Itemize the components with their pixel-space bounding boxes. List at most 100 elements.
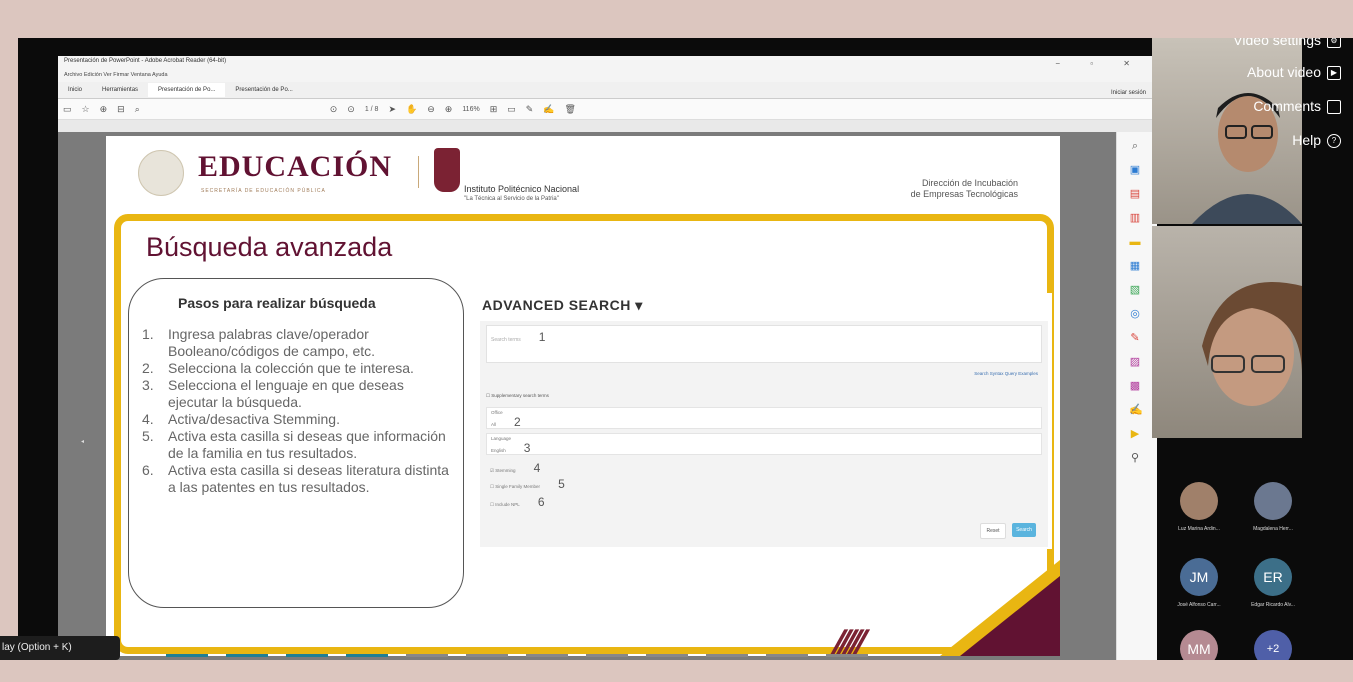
avatar: [1180, 482, 1218, 520]
header-divider: [418, 156, 419, 188]
hand-icon[interactable]: ✋: [406, 104, 417, 115]
top-band: [0, 0, 1353, 38]
zoom-level[interactable]: 116%: [462, 106, 479, 113]
participant-tile[interactable]: Magdalena Herr...: [1238, 482, 1308, 532]
cursor-icon[interactable]: ➤: [388, 104, 396, 115]
video-settings-item[interactable]: Video settings ⚙: [1233, 38, 1341, 49]
institute-motto: "La Técnica al Servicio de la Patria": [464, 196, 559, 202]
language-select: Language English 3: [486, 433, 1042, 455]
avatar: +2: [1254, 630, 1292, 660]
participant-tile[interactable]: Luz Marina Ardin...: [1164, 482, 1234, 532]
create-pdf-icon[interactable]: ▥: [1129, 212, 1141, 224]
video-player[interactable]: Presentación de PowerPoint - Adobe Acrob…: [18, 38, 1353, 660]
window-controls[interactable]: − ▫ ✕: [1055, 59, 1144, 68]
search-buttons: Reset Search: [980, 523, 1036, 539]
star-icon[interactable]: ☆: [82, 104, 90, 115]
participant-name: Edgar Ricardo Alv...: [1251, 602, 1295, 608]
advanced-search-panel: Search terms 1 Search Syntax Query Exampl…: [480, 321, 1048, 547]
steps-list: 1. Ingresa palabras clave/operador Boolea…: [142, 326, 452, 496]
help-icon: ?: [1327, 134, 1341, 149]
advanced-search-screenshot: ADVANCED SEARCH ▾ Search terms 1 Search S…: [480, 293, 1052, 549]
tab-home[interactable]: Inicio: [58, 87, 92, 93]
tab-document-2[interactable]: Presentación de Po...: [225, 87, 302, 93]
office-select: Office All 2: [486, 407, 1042, 429]
step-item: 3. Selecciona el lenguaje en que deseas e…: [142, 377, 404, 410]
sign-icon[interactable]: ✍: [1129, 404, 1143, 416]
compress-icon[interactable]: ◎: [1129, 308, 1141, 320]
bottom-band: [0, 660, 1353, 682]
tab-document-1[interactable]: Presentación de Po...: [148, 83, 226, 97]
ipn-logo: [434, 148, 460, 192]
participant-name: Luz Marina Ardin...: [1178, 526, 1220, 532]
share-icon[interactable]: ⊕: [100, 104, 108, 115]
menu-bar[interactable]: Archivo Edición Ver Firmar Ventana Ayuda: [58, 71, 1156, 82]
protect-icon[interactable]: ▨: [1129, 356, 1141, 368]
export-pdf-icon[interactable]: ▣: [1129, 164, 1141, 176]
comment-icon[interactable]: ▭: [507, 104, 516, 115]
page-down-icon[interactable]: ⊙: [347, 104, 355, 115]
combine-icon[interactable]: ▦: [1129, 260, 1141, 272]
participant-name: Magdalena Herr...: [1253, 526, 1293, 532]
slide-header: EDUCACIÓN SECRETARÍA DE EDUCACIÓN PÚBLIC…: [106, 136, 1060, 211]
page-up-icon[interactable]: ⊙: [330, 104, 338, 115]
search-icon[interactable]: ⌕: [135, 104, 140, 115]
comment-bubble-icon: [1327, 100, 1341, 115]
slide-page: EDUCACIÓN SECRETARÍA DE EDUCACIÓN PÚBLIC…: [106, 136, 1060, 656]
print-icon[interactable]: ⊟: [117, 104, 125, 115]
send-icon[interactable]: ▶: [1129, 428, 1141, 440]
supplementary-checkbox: ☐ Supplementary search terms: [486, 393, 549, 398]
page-indicator[interactable]: 1 / 8: [365, 106, 379, 113]
institute-name: Instituto Politécnico Nacional: [464, 184, 580, 194]
advanced-search-heading: ADVANCED SEARCH ▾: [482, 297, 643, 313]
organize-icon[interactable]: ▧: [1129, 284, 1141, 296]
highlight-icon[interactable]: ✍: [543, 104, 554, 115]
more-tools-icon[interactable]: ⚲: [1129, 452, 1141, 464]
toolbar: ▭ ☆ ⊕ ⊟ ⌕ ⊙ ⊙ 1 / 8 ➤ ✋ ⊖ ⊕ 116% ⊞ ▭ ✎ ✍…: [58, 99, 1156, 120]
sign-in-link[interactable]: Iniciar sesión: [1111, 90, 1146, 96]
ministry-name: EDUCACIÓN: [198, 150, 393, 183]
play-icon: ▶: [1327, 66, 1341, 81]
more-participants[interactable]: +2: [1238, 630, 1308, 660]
ministry-subtitle: SECRETARÍA DE EDUCACIÓN PÚBLICA: [201, 188, 326, 194]
slide-progress: [166, 654, 886, 657]
zoom-out-icon[interactable]: ⊖: [427, 104, 435, 115]
participant-tile[interactable]: JM José Alfonso Carr...: [1164, 558, 1234, 608]
steps-title: Pasos para realizar búsqueda: [178, 295, 376, 311]
step-item: 6. Activa esta casilla si deseas literatu…: [142, 462, 449, 495]
avatar: ER: [1254, 558, 1292, 596]
reset-button: Reset: [980, 523, 1006, 539]
participant-tile[interactable]: MM: [1164, 630, 1234, 660]
tools-rail: ⌕ ▣ ▤ ▥ ▬ ▦ ▧ ◎ ✎ ▨ ▩ ✍ ▶ ⚲: [1116, 132, 1157, 660]
directorate-line-1: Dirección de Incubación: [921, 178, 1018, 188]
window-title: Presentación de PowerPoint - Adobe Acrob…: [58, 56, 1156, 71]
edit-pdf-icon[interactable]: ▤: [1129, 188, 1141, 200]
zoom-icon[interactable]: ⌕: [1129, 140, 1141, 152]
collapse-arrow-icon[interactable]: ◂: [81, 438, 84, 445]
tab-bar: Inicio Herramientas Presentación de Po..…: [58, 82, 1156, 99]
fit-icon[interactable]: ⊞: [490, 104, 498, 115]
pen-icon[interactable]: ✎: [526, 104, 534, 115]
redact-icon[interactable]: ▩: [1129, 380, 1141, 392]
fill-sign-icon[interactable]: ✎: [1129, 332, 1141, 344]
family-checkbox: ☐ Single Family Member 5: [490, 477, 565, 491]
directorate-line-2: de Empresas Tecnológicas: [910, 189, 1018, 199]
search-button: Search: [1012, 523, 1036, 537]
participant-tile[interactable]: ER Edgar Ricardo Alv...: [1238, 558, 1308, 608]
person-silhouette-icon: [1202, 282, 1302, 406]
comment-tool-icon[interactable]: ▬: [1129, 236, 1141, 248]
screen: Presentación de PowerPoint - Adobe Acrob…: [0, 0, 1353, 682]
syntax-links: Search Syntax Query Examples: [974, 371, 1038, 376]
tab-tools[interactable]: Herramientas: [92, 87, 148, 93]
mexico-seal-logo: [138, 150, 184, 196]
step-item: 2. Selecciona la colección que te interes…: [142, 360, 414, 376]
help-item[interactable]: Help?: [1292, 132, 1341, 149]
slide-title: Búsqueda avanzada: [146, 232, 393, 262]
avatar: JM: [1180, 558, 1218, 596]
save-icon[interactable]: ▭: [63, 104, 72, 115]
delete-icon[interactable]: 🗑: [565, 104, 576, 115]
speaker-video-2: [1152, 226, 1302, 438]
zoom-in-icon[interactable]: ⊕: [445, 104, 453, 115]
npl-checkbox: ☐ Include NPL 6: [490, 495, 545, 509]
comments-item[interactable]: Comments: [1253, 98, 1341, 115]
about-video-item[interactable]: About video ▶: [1247, 64, 1341, 81]
